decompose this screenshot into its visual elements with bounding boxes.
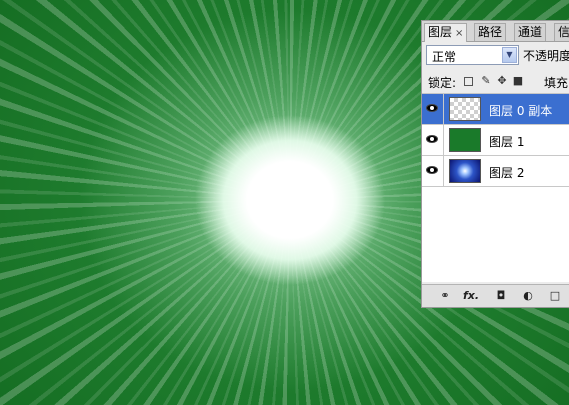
fill-label: 填充 — [544, 76, 569, 90]
layer-thumbnail — [449, 97, 481, 121]
new-group-icon[interactable]: □ — [546, 288, 564, 304]
visibility-toggle[interactable] — [422, 125, 444, 155]
visibility-toggle[interactable] — [422, 94, 444, 124]
lock-move-icon[interactable]: ✥ — [496, 75, 508, 87]
blend-mode-value: 正常 — [432, 50, 457, 64]
layer-list: 图层 0 副本 图层 1 图层 2 — [422, 94, 569, 282]
tab-paths-label: 路径 — [478, 25, 503, 39]
layer-thumbnail — [449, 128, 481, 152]
panel-footer: ⚭ fx. ◘ ◐ □ — [422, 284, 569, 307]
eye-icon — [426, 135, 438, 143]
tab-info[interactable]: 信 — [554, 23, 569, 41]
tab-close-icon[interactable]: × — [455, 28, 463, 39]
eye-icon — [426, 166, 438, 174]
blend-mode-row: 正常 ▼ 不透明度 — [422, 45, 569, 67]
layer-row[interactable]: 图层 1 — [422, 125, 569, 156]
blend-mode-select[interactable]: 正常 ▼ — [426, 45, 519, 65]
layer-thumbnail — [449, 159, 481, 183]
lock-row: 锁定: ✎ ✥ ■ 填充 — [422, 71, 569, 94]
tab-paths[interactable]: 路径 — [474, 23, 507, 41]
eye-icon — [426, 104, 438, 112]
chevron-down-icon[interactable]: ▼ — [502, 47, 517, 63]
lock-all-icon[interactable]: ■ — [512, 75, 524, 87]
lock-transparency-icon[interactable] — [464, 77, 473, 86]
opacity-label: 不透明度 — [523, 49, 569, 63]
link-layers-icon[interactable]: ⚭ — [436, 288, 454, 304]
layer-mask-icon[interactable]: ◘ — [492, 288, 510, 304]
layer-name: 图层 0 副本 — [489, 104, 553, 118]
layer-name: 图层 1 — [489, 135, 525, 149]
lock-brush-icon[interactable]: ✎ — [480, 75, 492, 87]
layer-row[interactable]: 图层 2 — [422, 156, 569, 187]
layers-panel: 图层 × 路径 通道 信 正常 ▼ 不透明度 锁定: ✎ ✥ ■ 填充 图层 0 … — [421, 20, 569, 308]
tab-info-label: 信 — [558, 25, 569, 39]
layer-row[interactable]: 图层 0 副本 — [422, 94, 569, 125]
layer-name: 图层 2 — [489, 166, 525, 180]
tab-layers-label: 图层 — [428, 25, 453, 39]
tab-layers[interactable]: 图层 × — [424, 23, 468, 42]
visibility-toggle[interactable] — [422, 156, 444, 186]
adjustment-layer-icon[interactable]: ◐ — [519, 288, 537, 304]
tab-channels-label: 通道 — [518, 25, 543, 39]
panel-tab-bar: 图层 × 路径 通道 信 — [422, 21, 569, 42]
fx-icon[interactable]: fx. — [462, 288, 480, 304]
lock-label: 锁定: — [428, 76, 457, 90]
tab-channels[interactable]: 通道 — [514, 23, 547, 41]
